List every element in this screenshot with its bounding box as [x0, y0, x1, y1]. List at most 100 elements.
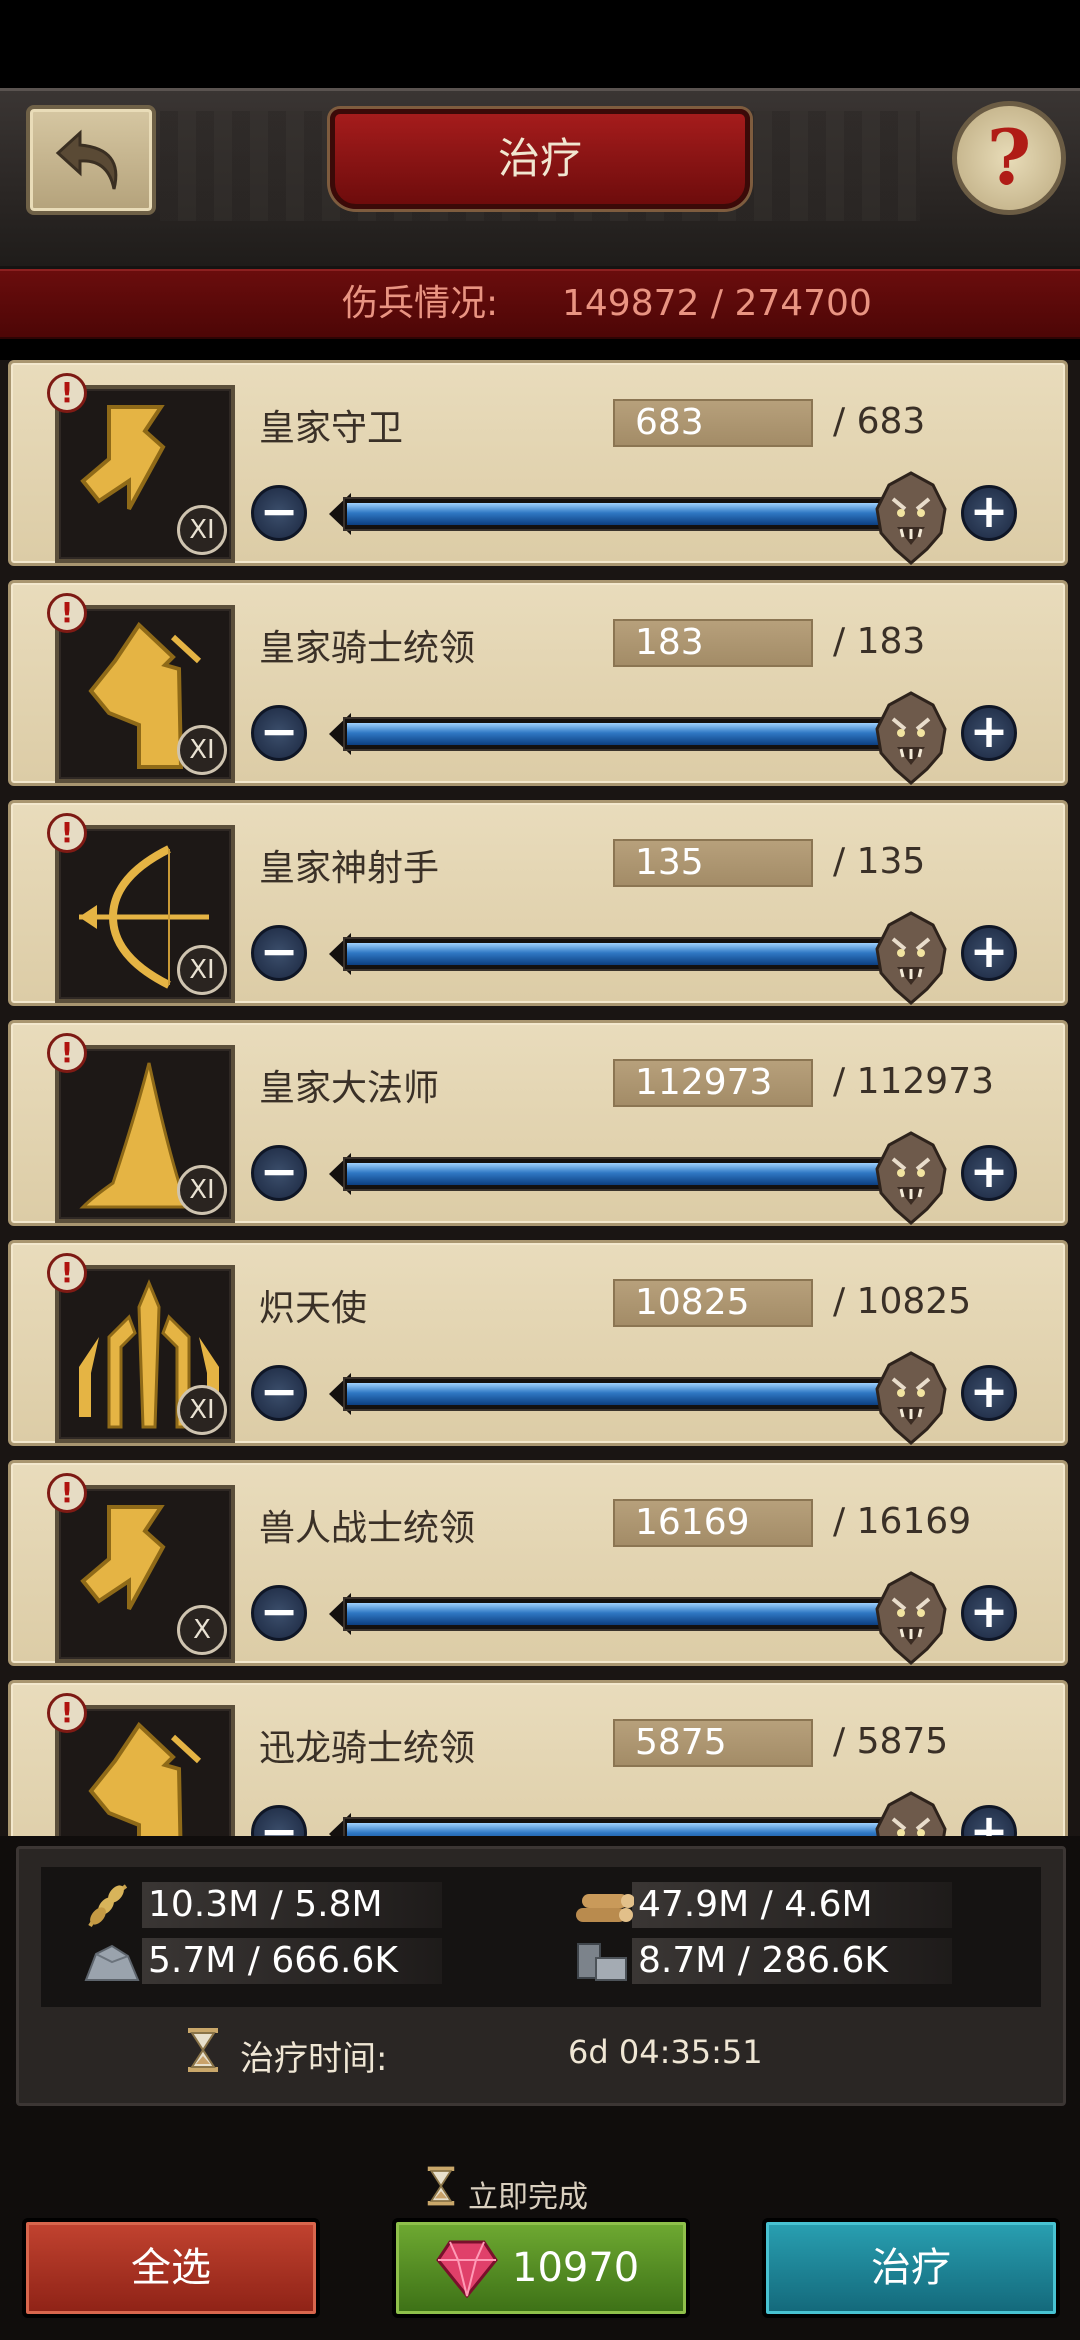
gem-icon — [436, 2240, 498, 2298]
troop-slider[interactable] — [329, 1153, 929, 1195]
gem-cost: 10970 — [512, 2245, 640, 2291]
decrease-button[interactable]: − — [251, 1805, 307, 1836]
tier-badge: XI — [177, 725, 227, 775]
warning-icon[interactable]: ! — [47, 373, 87, 413]
wood-resource: 47.9M / 4.6M — [572, 1880, 952, 1930]
heal-time-label: 治疗时间: — [240, 2039, 388, 2079]
slider-handle-icon[interactable] — [871, 469, 951, 565]
food-value: 10.3M / 5.8M — [148, 1884, 383, 1925]
instant-complete-label: 立即完成 — [468, 2180, 588, 2215]
troop-list[interactable]: ! XI 皇家守卫 683 / 683 − +! XI 皇家骑士统领 183 / 183 − +! XI 皇… — [0, 360, 1080, 1836]
troop-count-input[interactable]: 16169 — [613, 1499, 813, 1547]
back-button[interactable] — [26, 105, 156, 215]
troop-max: / 5875 — [833, 1721, 949, 1762]
increase-button[interactable]: + — [961, 1585, 1017, 1641]
troop-row: ! X 兽人战士统领 16169 / 16169 − + — [8, 1460, 1068, 1666]
iron-resource: 8.7M / 286.6K — [572, 1936, 952, 1986]
troop-row: ! XI 炽天使 10825 / 10825 − + — [8, 1240, 1068, 1446]
horse-icon — [88, 1721, 202, 1836]
troop-count-input[interactable]: 5875 — [613, 1719, 813, 1767]
troop-count-input[interactable]: 112973 — [613, 1059, 813, 1107]
increase-button[interactable]: + — [961, 925, 1017, 981]
troop-max: / 112973 — [833, 1061, 994, 1102]
decrease-button[interactable]: − — [251, 705, 307, 761]
increase-button[interactable]: + — [961, 1365, 1017, 1421]
tier-badge: XI — [177, 505, 227, 555]
troop-portrait: X — [55, 1485, 235, 1663]
troop-max: / 683 — [833, 401, 926, 442]
troop-slider[interactable] — [329, 713, 929, 755]
wounded-label: 伤兵情况: — [342, 283, 499, 324]
warning-icon[interactable]: ! — [47, 1693, 87, 1733]
stone-value: 5.7M / 666.6K — [148, 1940, 398, 1981]
troop-max: / 10825 — [833, 1281, 972, 1322]
troop-name: 迅龙骑士统领 — [259, 1728, 476, 1769]
slider-handle-icon[interactable] — [871, 1349, 951, 1445]
wounded-status-bar: 伤兵情况: 149872 / 274700 — [0, 269, 1080, 339]
troop-slider[interactable] — [329, 1593, 929, 1635]
decrease-button[interactable]: − — [251, 1365, 307, 1421]
tier-badge: X — [177, 1605, 227, 1655]
tier-badge: XI — [177, 945, 227, 995]
troop-count-input[interactable]: 10825 — [613, 1279, 813, 1327]
instant-heal-gem-button[interactable]: 10970 — [392, 2218, 690, 2318]
decrease-button[interactable]: − — [251, 1585, 307, 1641]
troop-count-input[interactable]: 183 — [613, 619, 813, 667]
troop-slider[interactable] — [329, 1813, 929, 1836]
troop-portrait: XI — [55, 385, 235, 563]
troop-max: / 183 — [833, 621, 926, 662]
heal-button[interactable]: 治疗 — [762, 2218, 1060, 2318]
slider-handle-icon[interactable] — [871, 1569, 951, 1665]
troop-portrait: XI — [55, 1265, 235, 1443]
troop-portrait: XI — [55, 605, 235, 783]
troop-slider[interactable] — [329, 933, 929, 975]
decrease-button[interactable]: − — [251, 1145, 307, 1201]
wounded-value: 149872 / 274700 — [562, 283, 872, 324]
troop-portrait: XI — [55, 1045, 235, 1223]
troop-name: 兽人战士统领 — [259, 1508, 476, 1549]
troop-row: ! 迅龙骑士统领 5875 / 5875 − + — [8, 1680, 1068, 1836]
decrease-button[interactable]: − — [251, 925, 307, 981]
slider-handle-icon[interactable] — [871, 1789, 951, 1836]
warning-icon[interactable]: ! — [47, 1253, 87, 1293]
increase-button[interactable]: + — [961, 705, 1017, 761]
increase-button[interactable]: + — [961, 485, 1017, 541]
select-all-button[interactable]: 全选 — [22, 2218, 320, 2318]
hourglass-icon — [188, 2028, 218, 2072]
troop-name: 皇家神射手 — [259, 848, 440, 889]
page-title: 治疗 — [330, 109, 750, 209]
decrease-button[interactable]: − — [251, 485, 307, 541]
increase-button[interactable]: + — [961, 1145, 1017, 1201]
troop-row: ! XI 皇家神射手 135 / 135 − + — [8, 800, 1068, 1006]
troop-count-input[interactable]: 683 — [613, 399, 813, 447]
warning-icon[interactable]: ! — [47, 1033, 87, 1073]
iron-value: 8.7M / 286.6K — [638, 1940, 888, 1981]
heal-time-value: 6d 04:35:51 — [568, 2033, 763, 2071]
help-button[interactable]: ? — [952, 101, 1066, 215]
troop-row: ! XI 皇家骑士统领 183 / 183 − + — [8, 580, 1068, 786]
troop-max: / 135 — [833, 841, 926, 882]
slider-handle-icon[interactable] — [871, 909, 951, 1005]
increase-button[interactable]: + — [961, 1805, 1017, 1836]
tier-badge: XI — [177, 1165, 227, 1215]
wood-value: 47.9M / 4.6M — [638, 1884, 873, 1925]
warning-icon[interactable]: ! — [47, 813, 87, 853]
slider-handle-icon[interactable] — [871, 1129, 951, 1225]
warning-icon[interactable]: ! — [47, 593, 87, 633]
troop-portrait: XI — [55, 825, 235, 1003]
tier-badge: XI — [177, 1385, 227, 1435]
troop-row: ! XI 皇家大法师 112973 / 112973 − + — [8, 1020, 1068, 1226]
slider-handle-icon[interactable] — [871, 689, 951, 785]
instant-hourglass-icon — [427, 2166, 455, 2206]
troop-slider[interactable] — [329, 493, 929, 535]
troop-name: 皇家守卫 — [259, 408, 404, 449]
warning-icon[interactable]: ! — [47, 1473, 87, 1513]
troop-max: / 16169 — [833, 1501, 972, 1542]
troop-name: 炽天使 — [259, 1288, 368, 1329]
troop-slider[interactable] — [329, 1373, 929, 1415]
troop-name: 皇家大法师 — [259, 1068, 440, 1109]
back-arrow-icon — [55, 129, 118, 190]
troop-count-input[interactable]: 135 — [613, 839, 813, 887]
food-resource: 10.3M / 5.8M — [82, 1880, 442, 1930]
stone-resource: 5.7M / 666.6K — [82, 1936, 442, 1986]
